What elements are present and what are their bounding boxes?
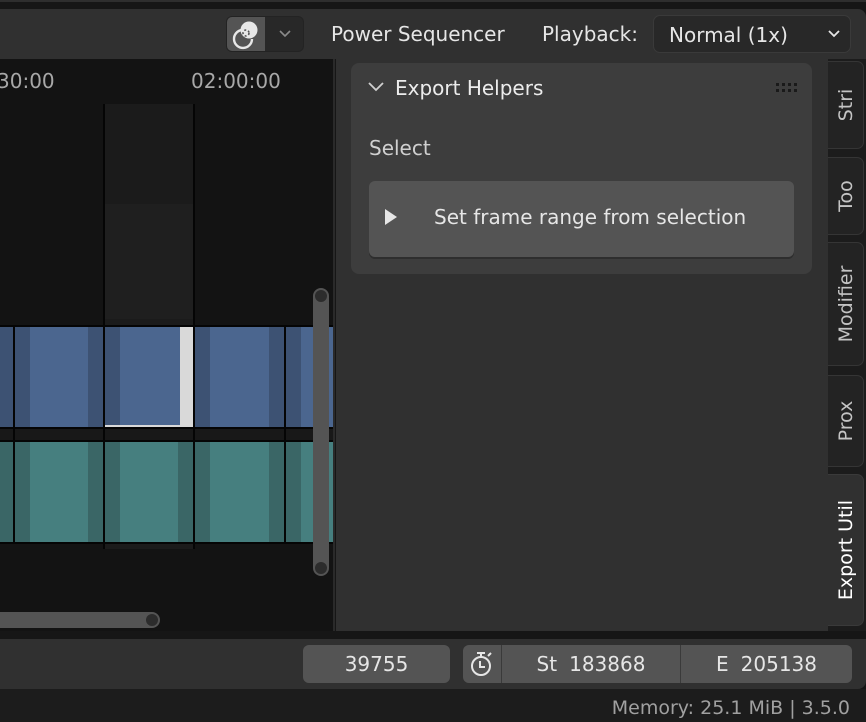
area-divider (333, 59, 335, 631)
audio-strip[interactable] (105, 442, 193, 542)
playback-value: Normal (1x) (669, 23, 788, 47)
set-frame-range-button[interactable]: Set frame range from selection (369, 181, 794, 257)
play-triangle-icon (385, 209, 397, 225)
strip-divider (193, 104, 195, 549)
ruler-label: 30:00 (0, 69, 55, 93)
sidebar-region: Export Helpers Select Set frame range fr… (336, 59, 828, 631)
tab-label: Prox (834, 400, 857, 442)
overlay-dropdown-button[interactable] (265, 17, 303, 51)
video-strip[interactable] (0, 327, 13, 427)
addon-menu-label[interactable]: Power Sequencer (331, 22, 505, 46)
sequencer-header: Power Sequencer Playback: Normal (1x) (0, 9, 866, 59)
sequencer-timeline[interactable]: 30:00 02:00:00 (0, 59, 335, 631)
tab-strip[interactable]: Stri (828, 61, 864, 149)
panel-title: Export Helpers (395, 76, 544, 100)
chevron-down-icon (828, 30, 840, 38)
overlay-circles-icon (232, 21, 258, 50)
tab-label: Too (834, 180, 857, 212)
tab-label: Modifier (834, 265, 857, 343)
end-frame-key: E (716, 652, 729, 676)
start-frame-key: St (536, 652, 558, 676)
audio-strip[interactable] (0, 442, 13, 542)
chevron-down-icon (279, 30, 291, 38)
current-frame-field[interactable]: 39755 (303, 645, 450, 683)
playback-label: Playback: (542, 22, 638, 46)
start-frame-field[interactable]: St 183868 (502, 645, 680, 683)
set-frame-range-label: Set frame range from selection (434, 205, 747, 229)
tab-proxy[interactable]: Prox (828, 375, 864, 467)
sidebar-tabs: Stri Too Modifier Prox Export Util (828, 59, 866, 631)
area-edge-segment (253, 0, 866, 2)
status-text: Memory: 25.1 MiB | 3.5.0 (611, 697, 850, 719)
tab-label: Export Util (834, 499, 857, 601)
video-strip[interactable] (15, 327, 103, 427)
top-area-edge (0, 0, 866, 9)
panel-header[interactable]: Export Helpers (351, 63, 812, 113)
tab-tool[interactable]: Too (828, 157, 864, 235)
strip-divider (284, 327, 286, 542)
frame-range-group: St 183868 E 205138 (463, 645, 852, 683)
playback-bar: 39755 St 183868 E 205138 (0, 639, 866, 689)
tab-modifier[interactable]: Modifier (828, 242, 864, 366)
video-strip[interactable] (195, 327, 284, 427)
use-preview-range-toggle[interactable] (463, 645, 501, 683)
ruler-label: 02:00:00 (191, 69, 281, 93)
overlay-button[interactable] (227, 17, 265, 51)
audio-strip[interactable] (15, 442, 103, 542)
overlay-toggle[interactable] (226, 16, 304, 52)
horizontal-scrollbar[interactable] (0, 612, 160, 628)
strip-divider (103, 104, 105, 549)
playback-select[interactable]: Normal (1x) (653, 15, 851, 53)
export-helpers-panel: Export Helpers Select Set frame range fr… (351, 63, 812, 274)
area-divider (0, 631, 866, 639)
tab-export-util[interactable]: Export Util (828, 474, 864, 626)
tab-label: Stri (834, 88, 857, 122)
audio-strip[interactable] (195, 442, 284, 542)
selected-video-strip[interactable] (103, 325, 195, 429)
start-frame-value: 183868 (569, 652, 646, 676)
end-frame-value: 205138 (740, 652, 817, 676)
end-frame-field[interactable]: E 205138 (681, 645, 852, 683)
strip-border (0, 542, 335, 544)
status-bar: Memory: 25.1 MiB | 3.5.0 (0, 689, 866, 722)
strip-divider (13, 327, 15, 542)
select-section-label: Select (369, 136, 431, 160)
drag-grip-icon[interactable] (776, 83, 798, 95)
stopwatch-icon (471, 652, 492, 676)
chevron-down-icon (368, 82, 384, 92)
vertical-scrollbar[interactable] (313, 288, 329, 576)
